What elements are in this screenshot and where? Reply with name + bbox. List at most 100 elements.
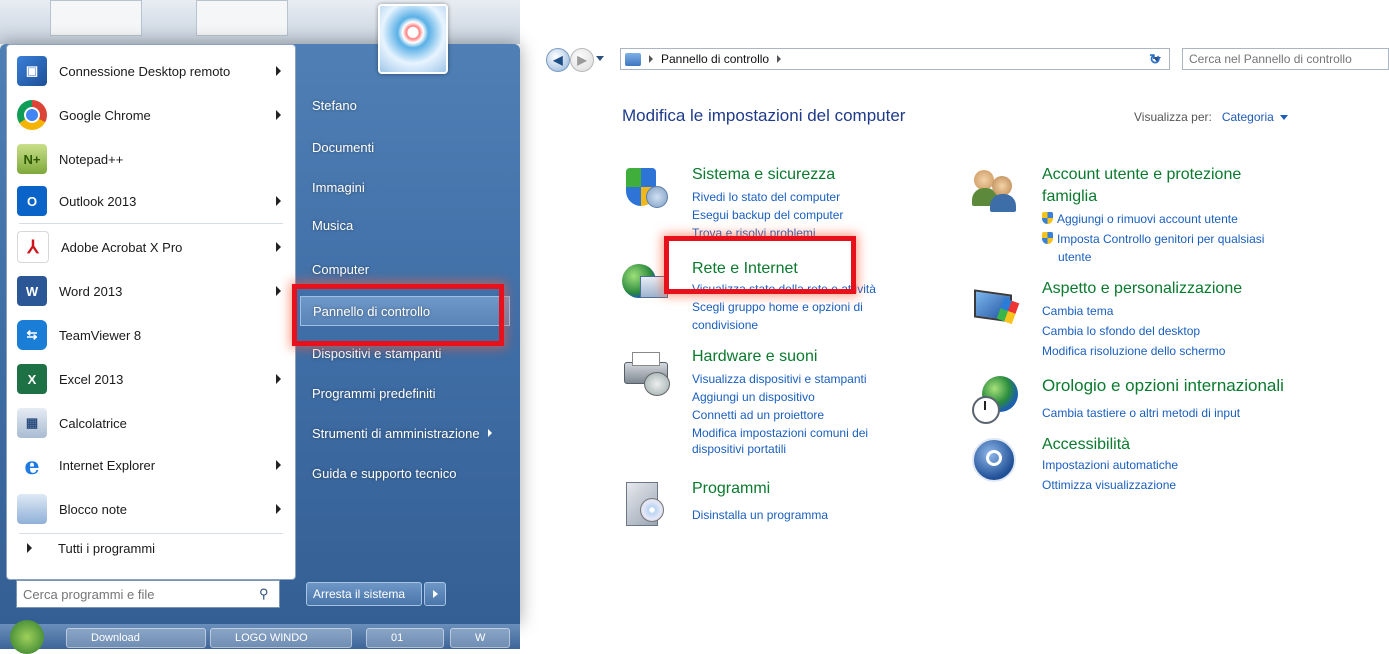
chevron-down-icon[interactable] [1279, 114, 1288, 120]
taskbar-button[interactable]: LOGO WINDO [210, 628, 352, 648]
category-link[interactable]: Disinstalla un programma [692, 508, 828, 522]
control-panel-search-box[interactable] [1182, 48, 1389, 70]
category-link[interactable]: Esegui backup del computer [692, 208, 843, 222]
category-link[interactable]: Cambia tastiere o altri metodi di input [1042, 406, 1240, 420]
search-icon[interactable]: ⚲ [259, 586, 279, 602]
shutdown-button[interactable]: Arresta il sistema [306, 582, 422, 606]
category-link[interactable]: Cambia lo sfondo del desktop [1042, 324, 1200, 338]
network-globe-icon [622, 260, 668, 306]
all-programs-button[interactable]: Tutti i programmi [7, 531, 295, 565]
category-title-continued[interactable]: famiglia [1042, 188, 1097, 206]
uac-shield-icon [1042, 212, 1053, 224]
program-label: TeamViewer 8 [59, 327, 142, 343]
program-item-notepad-plus-plus[interactable]: N+ Notepad++ [7, 139, 295, 179]
places-item-admin-tools[interactable]: Strumenti di amministrazione [300, 418, 510, 448]
program-item-word[interactable]: W Word 2013 [7, 271, 295, 311]
places-item-help[interactable]: Guida e supporto tecnico [300, 458, 510, 488]
program-label: Outlook 2013 [59, 193, 137, 209]
taskbar-button[interactable]: W [450, 628, 510, 648]
category-link[interactable]: Visualizza dispositivi e stampanti [692, 372, 867, 386]
shutdown-options-button[interactable] [424, 582, 446, 606]
category-appearance: Aspetto e personalizzazione Cambia tema … [972, 280, 1312, 360]
category-link[interactable]: Imposta Controllo genitori per qualsiasi [1042, 232, 1264, 246]
calculator-icon: ▦ [17, 408, 47, 438]
internet-explorer-icon: e [24, 450, 40, 480]
program-item-excel[interactable]: X Excel 2013 [7, 359, 295, 399]
security-shield-icon [622, 166, 668, 212]
highlight-box [292, 284, 504, 346]
places-item-pictures[interactable]: Immagini [300, 172, 510, 202]
programs-pane: ▣ Connessione Desktop remoto Google Chro… [6, 44, 296, 580]
places-item-default-programs[interactable]: Programmi predefiniti [300, 378, 510, 408]
control-panel-window: ◀ ▶ Pannello di controllo ↻ Modifica le … [540, 40, 1389, 649]
category-link[interactable]: Aggiungi un dispositivo [692, 390, 815, 404]
taskbar: Download LOGO WINDO 01 W [0, 620, 520, 654]
category-link[interactable]: Impostazioni automatiche [1042, 458, 1178, 472]
submenu-arrow-icon [276, 504, 281, 514]
category-link[interactable]: Modifica risoluzione dello schermo [1042, 344, 1225, 358]
category-hardware-sound: Hardware e suoni Visualizza dispositivi … [622, 348, 942, 464]
category-clock-region: Orologio e opzioni internazionali Cambia… [972, 376, 1332, 436]
recent-pages-chevron-icon[interactable] [596, 56, 604, 61]
control-panel-search-input[interactable] [1183, 49, 1388, 69]
users-icon [972, 166, 1018, 212]
program-label: Blocco note [59, 501, 127, 517]
category-link[interactable]: Connetti ad un proiettore [692, 408, 824, 422]
program-label: Calcolatrice [59, 415, 127, 431]
program-item-chrome[interactable]: Google Chrome [7, 95, 295, 135]
category-title[interactable]: Aspetto e personalizzazione [1042, 280, 1242, 298]
program-item-notepad[interactable]: Blocco note [7, 489, 295, 529]
category-link[interactable]: Modifica impostazioni comuni dei [692, 426, 868, 440]
taskbar-button[interactable]: 01 [366, 628, 444, 648]
category-title[interactable]: Hardware e suoni [692, 348, 817, 366]
program-item-calculator[interactable]: ▦ Calcolatrice [7, 403, 295, 443]
start-search-box[interactable]: ⚲ [16, 580, 280, 608]
breadcrumb-separator-icon [649, 55, 653, 63]
program-label: Excel 2013 [59, 371, 124, 387]
places-item-user[interactable]: Stefano [300, 90, 510, 120]
program-item-internet-explorer[interactable]: e Internet Explorer [7, 445, 295, 485]
category-title[interactable]: Orologio e opzioni internazionali [1042, 376, 1284, 396]
program-item-outlook[interactable]: O Outlook 2013 [7, 181, 295, 221]
taskbar-button[interactable]: Download [66, 628, 206, 648]
program-item-teamviewer[interactable]: ⇆ TeamViewer 8 [7, 315, 295, 355]
category-link[interactable]: Scegli gruppo home e opzioni di [692, 300, 863, 314]
places-item-documents[interactable]: Documenti [300, 132, 510, 162]
category-link[interactable]: utente [1058, 250, 1091, 264]
view-by-value[interactable]: Categoria [1222, 110, 1274, 124]
category-link[interactable]: Rivedi lo stato del computer [692, 190, 840, 204]
places-item-label: Strumenti di amministrazione [312, 425, 480, 441]
category-title[interactable]: Sistema e sicurezza [692, 166, 835, 184]
category-link[interactable]: Cambia tema [1042, 304, 1113, 318]
chevron-right-icon [432, 590, 438, 598]
places-item-music[interactable]: Musica [300, 210, 510, 240]
category-link-label: Aggiungi o rimuovi account utente [1057, 212, 1238, 226]
view-by-selector[interactable]: Visualizza per: Categoria [1134, 110, 1288, 124]
places-item-computer[interactable]: Computer [300, 254, 510, 284]
program-item-acrobat[interactable]: ⅄ Adobe Acrobat X Pro [7, 227, 295, 267]
breadcrumb[interactable]: Pannello di controllo [661, 52, 769, 66]
category-title[interactable]: Account utente e protezione [1042, 166, 1241, 184]
program-item-remote-desktop[interactable]: ▣ Connessione Desktop remoto [7, 51, 295, 91]
refresh-icon[interactable]: ↻ [1142, 48, 1168, 70]
breadcrumb-separator-icon[interactable] [777, 55, 782, 63]
submenu-arrow-icon [276, 242, 281, 252]
word-icon: W [17, 276, 47, 306]
submenu-arrow-icon [276, 196, 281, 206]
category-system-security: Sistema e sicurezza Rivedi lo stato del … [622, 166, 922, 246]
uac-shield-icon [1042, 232, 1053, 244]
programs-box-icon [622, 480, 668, 526]
address-bar[interactable]: Pannello di controllo [620, 48, 1170, 70]
start-search-input[interactable] [17, 582, 259, 606]
back-button[interactable]: ◀ [546, 48, 570, 72]
submenu-arrow-icon [487, 429, 492, 437]
category-link[interactable]: Ottimizza visualizzazione [1042, 478, 1176, 492]
outlook-icon: O [17, 186, 47, 216]
category-title[interactable]: Accessibilità [1042, 436, 1130, 454]
category-link[interactable]: dispositivi portatili [692, 442, 786, 456]
category-title[interactable]: Programmi [692, 480, 770, 498]
category-link[interactable]: Aggiungi o rimuovi account utente [1042, 212, 1238, 226]
forward-button[interactable]: ▶ [570, 48, 594, 72]
category-link[interactable]: condivisione [692, 318, 758, 332]
window-thumbnail [50, 0, 142, 36]
